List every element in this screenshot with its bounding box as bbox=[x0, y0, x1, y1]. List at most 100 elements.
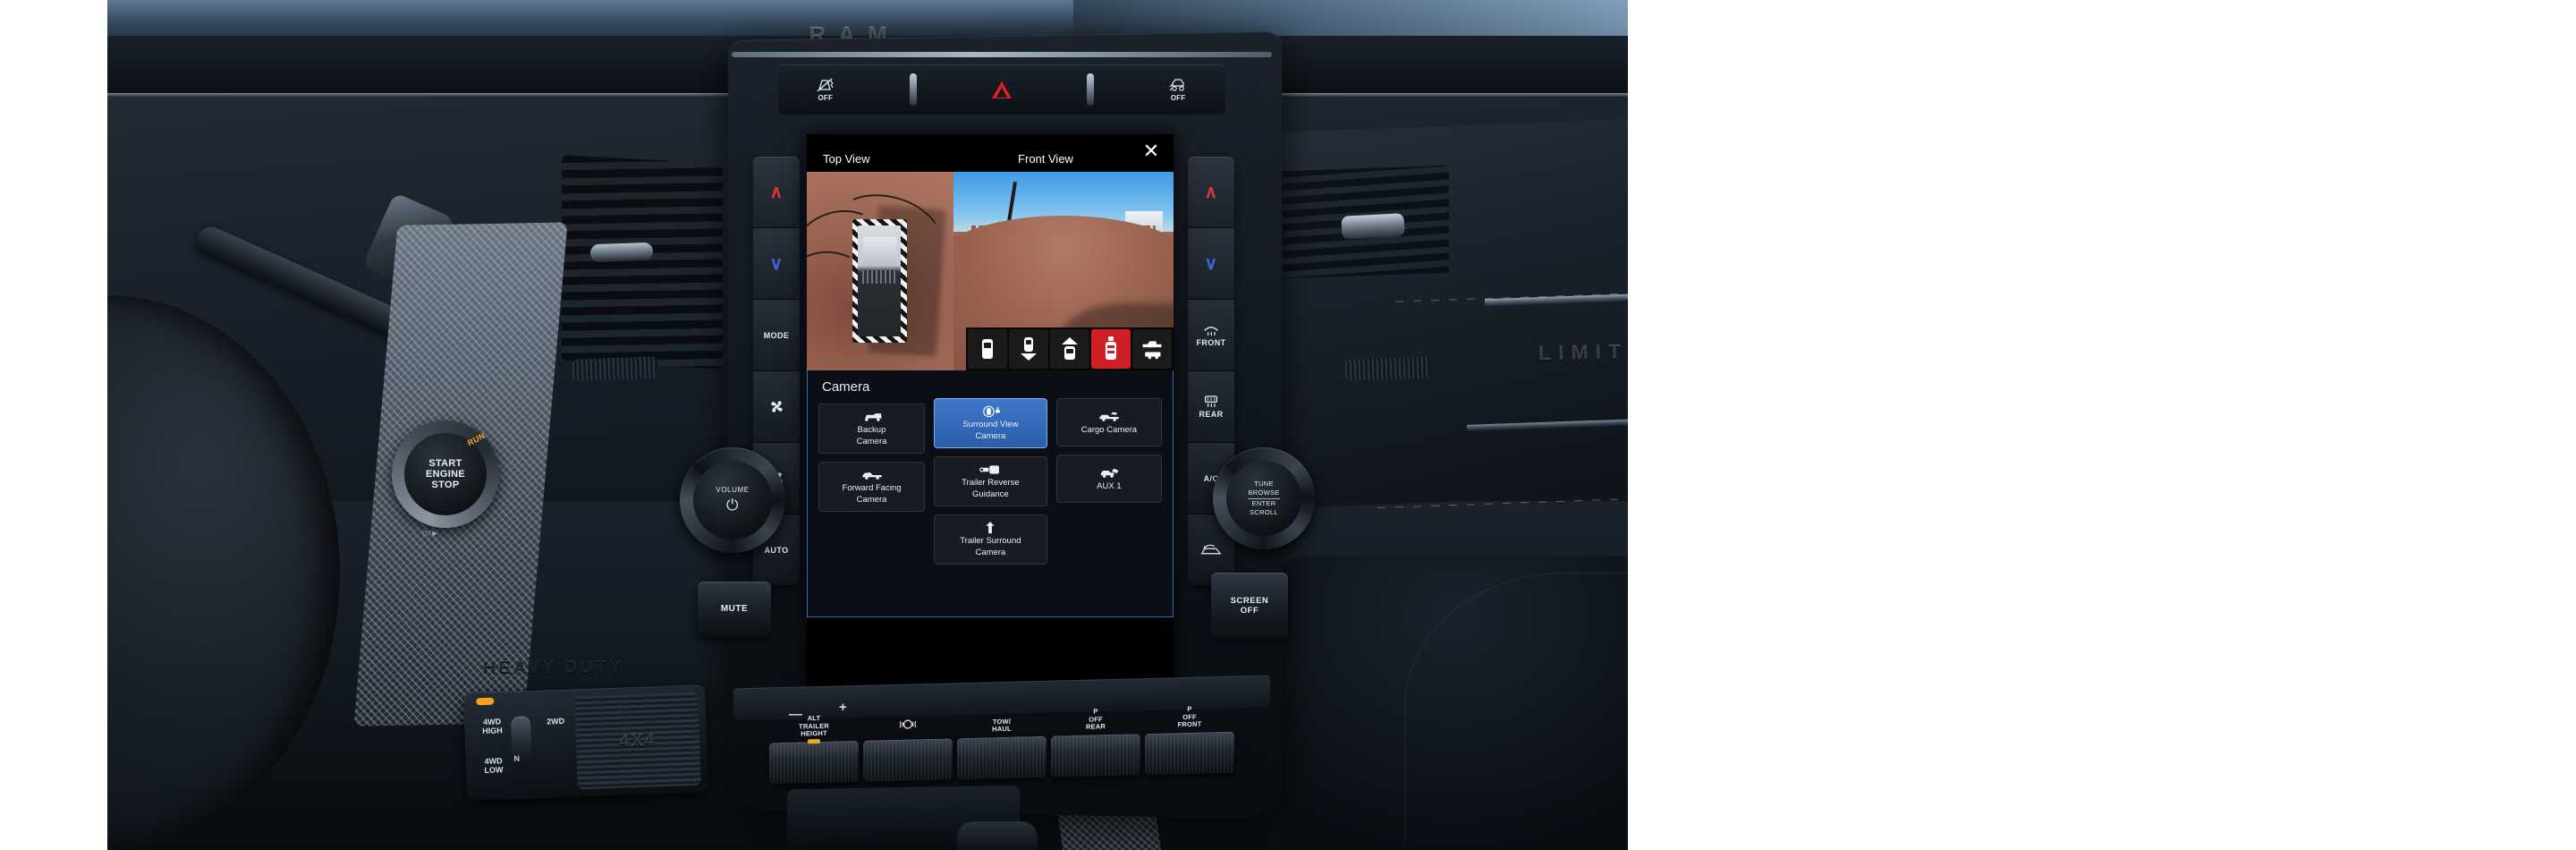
console-cupholder bbox=[957, 821, 1038, 850]
park-sense-off-icon bbox=[817, 78, 834, 92]
park-sense-off-front-switch[interactable]: P OFF FRONT bbox=[1145, 705, 1234, 776]
hvac-fan-up-button[interactable] bbox=[753, 371, 800, 443]
alt-trailer-height-led bbox=[808, 738, 820, 744]
four-wd-high-l2: HIGH bbox=[482, 726, 503, 736]
limited-trim-badge: LIMITED bbox=[1538, 338, 1628, 365]
trailer-surround-camera-tile[interactable]: Trailer Surround Camera bbox=[934, 514, 1047, 565]
tune-browse-enter-knob[interactable]: TUNE BROWSE ENTER SCROLL bbox=[1213, 447, 1315, 549]
camera-menu-grid: Backup Camera Forward Facing Camera Surr… bbox=[818, 398, 1162, 565]
hvac-left-temp-up-button[interactable]: ∧ bbox=[753, 157, 800, 228]
forward-facing-camera-tile[interactable]: Forward Facing Camera bbox=[818, 461, 926, 512]
view-mode-downward-button[interactable] bbox=[1009, 329, 1048, 369]
view-mode-standard-button[interactable] bbox=[968, 329, 1007, 369]
aux-1-tile[interactable]: AUX 1 bbox=[1055, 455, 1162, 503]
hazard-divider-right bbox=[1086, 73, 1094, 106]
backup-camera-tile[interactable]: Backup Camera bbox=[818, 404, 926, 454]
windshield-glass bbox=[1073, 0, 1628, 36]
view-mode-wash-button[interactable] bbox=[1091, 329, 1131, 369]
tow-haul-switch[interactable]: TOW/ HAUL bbox=[957, 718, 1046, 780]
driver-vent-knob[interactable] bbox=[589, 242, 654, 263]
surround-view-camera-tile[interactable]: Surround View Camera bbox=[934, 398, 1047, 448]
view-mode-trailer-button[interactable] bbox=[1132, 329, 1172, 369]
passenger-vent-slider[interactable] bbox=[1344, 356, 1431, 381]
trailer-brake-switch[interactable] bbox=[863, 719, 953, 782]
uconnect-touchscreen[interactable]: ✕ Top View Front View Camera Backup Came… bbox=[807, 134, 1174, 689]
truck-front-icon bbox=[861, 472, 882, 480]
hazard-lights-button[interactable] bbox=[991, 81, 1012, 98]
park-sense-front-l3: FRONT bbox=[1177, 719, 1202, 729]
temp-plus-label[interactable]: + bbox=[839, 700, 847, 715]
four-wd-indicator-led bbox=[476, 697, 495, 706]
camera-menu-title: Camera bbox=[822, 379, 870, 395]
camera-wash-icon bbox=[1106, 336, 1116, 360]
hvac-auto-label: AUTO bbox=[764, 545, 789, 555]
camera-view-titles: Top View Front View bbox=[807, 152, 1174, 172]
vehicle-down-arrow-icon bbox=[1021, 337, 1037, 361]
trailer-surround-icon bbox=[986, 521, 995, 533]
volume-power-knob[interactable]: VOLUME ⏻ bbox=[680, 447, 785, 553]
four-wd-low-button[interactable]: 4WD LOW bbox=[472, 756, 514, 776]
camera-feeds bbox=[807, 172, 1174, 370]
traction-control-off-icon bbox=[1169, 79, 1184, 91]
chevron-down-icon: ∨ bbox=[1204, 253, 1218, 274]
camera-menu-panel: Camera Backup Camera Forward Facing Came… bbox=[807, 370, 1174, 617]
park-sense-front-caption: P OFF FRONT bbox=[1145, 705, 1234, 730]
front-defrost-button[interactable]: FRONT bbox=[1188, 300, 1234, 371]
camera-view-mode-bar bbox=[966, 327, 1174, 370]
rear-defrost-button[interactable]: REAR bbox=[1188, 371, 1234, 443]
truck-rear-icon bbox=[861, 413, 882, 421]
mute-button[interactable]: MUTE bbox=[698, 582, 771, 637]
passenger-vent-knob[interactable] bbox=[1341, 213, 1405, 240]
alt-trailer-height-caption: ALT TRAILER HEIGHT bbox=[769, 714, 859, 739]
screen-off-label-2: OFF bbox=[1240, 606, 1259, 616]
rear-defrost-icon bbox=[1204, 395, 1218, 408]
two-wd-label: 2WD bbox=[546, 716, 565, 727]
screenshot-stage: RAM LIMITED START ENGINE STOP RUN ⏻/▶ OF… bbox=[0, 0, 2576, 850]
start-power-symbol: ⏻/▶ bbox=[422, 530, 438, 538]
four-wheel-drive-selector[interactable]: 4WD HIGH 2WD 4WD LOW N 4X4 bbox=[462, 684, 709, 801]
tune-knob-face: TUNE BROWSE ENTER SCROLL bbox=[1226, 461, 1301, 536]
volume-knob-face: VOLUME ⏻ bbox=[693, 461, 772, 540]
cargo-camera-tile[interactable]: Cargo Camera bbox=[1055, 398, 1162, 446]
screen-off-label-1: SCREEN bbox=[1230, 595, 1269, 606]
backup-camera-label-2: Camera bbox=[856, 436, 887, 446]
four-wd-high-button[interactable]: 4WD HIGH bbox=[471, 717, 513, 736]
view-mode-forward-button[interactable] bbox=[1050, 329, 1089, 369]
alt-trailer-height-l3: HEIGHT bbox=[801, 729, 827, 738]
hvac-left-temp-down-button[interactable]: ∨ bbox=[753, 228, 800, 300]
chevron-up-icon: ∧ bbox=[1204, 182, 1218, 202]
hvac-right-temp-up-button[interactable]: ∧ bbox=[1188, 157, 1234, 228]
trailer-reverse-guidance-tile[interactable]: Trailer Reverse Guidance bbox=[934, 455, 1047, 506]
top-view-vehicle-overlay bbox=[852, 219, 907, 343]
screen-off-button[interactable]: SCREEN OFF bbox=[1211, 573, 1288, 639]
four-wd-low-l2: LOW bbox=[484, 765, 504, 776]
park-sense-rear-caption: P OFF REAR bbox=[1051, 707, 1140, 732]
vehicle-interior-photo: RAM LIMITED START ENGINE STOP RUN ⏻/▶ OF… bbox=[107, 0, 1628, 850]
alt-trailer-height-switch[interactable]: ALT TRAILER HEIGHT bbox=[769, 714, 859, 785]
two-wd-button[interactable]: 2WD bbox=[538, 716, 573, 727]
front-view-feed[interactable] bbox=[953, 172, 1174, 370]
fan-icon bbox=[770, 401, 783, 412]
front-view-title: Front View bbox=[1018, 152, 1073, 166]
top-view-vehicle-body bbox=[857, 225, 902, 336]
front-defrost-label: FRONT bbox=[1196, 338, 1226, 347]
truck-cargo-icon bbox=[1099, 412, 1119, 421]
vehicle-rear-view-icon bbox=[982, 339, 993, 359]
aux-camera-icon bbox=[1100, 468, 1119, 478]
surround-view-camera-label-1: Surround View bbox=[962, 420, 1019, 429]
hvac-mode-button[interactable]: MODE bbox=[753, 300, 800, 371]
park-sense-off-rear-switch[interactable]: P OFF REAR bbox=[1051, 707, 1140, 778]
tune-knob-label-browse: BROWSE bbox=[1248, 489, 1280, 499]
screen-header: ✕ Top View Front View bbox=[807, 134, 1174, 172]
park-sense-off-button[interactable]: OFF bbox=[816, 77, 835, 102]
recirculate-icon bbox=[1200, 544, 1222, 554]
mute-button-label: MUTE bbox=[720, 604, 749, 614]
traction-control-off-button[interactable]: OFF bbox=[1168, 77, 1188, 102]
traction-control-off-label: OFF bbox=[1170, 94, 1186, 102]
tune-knob-label-tune: TUNE bbox=[1254, 480, 1274, 489]
driver-vent-slider[interactable] bbox=[572, 356, 658, 381]
hvac-right-temp-down-button[interactable]: ∨ bbox=[1188, 228, 1234, 300]
center-stack-chrome bbox=[732, 52, 1272, 57]
top-view-feed[interactable] bbox=[807, 172, 953, 370]
trailer-brake-caption bbox=[863, 717, 953, 737]
